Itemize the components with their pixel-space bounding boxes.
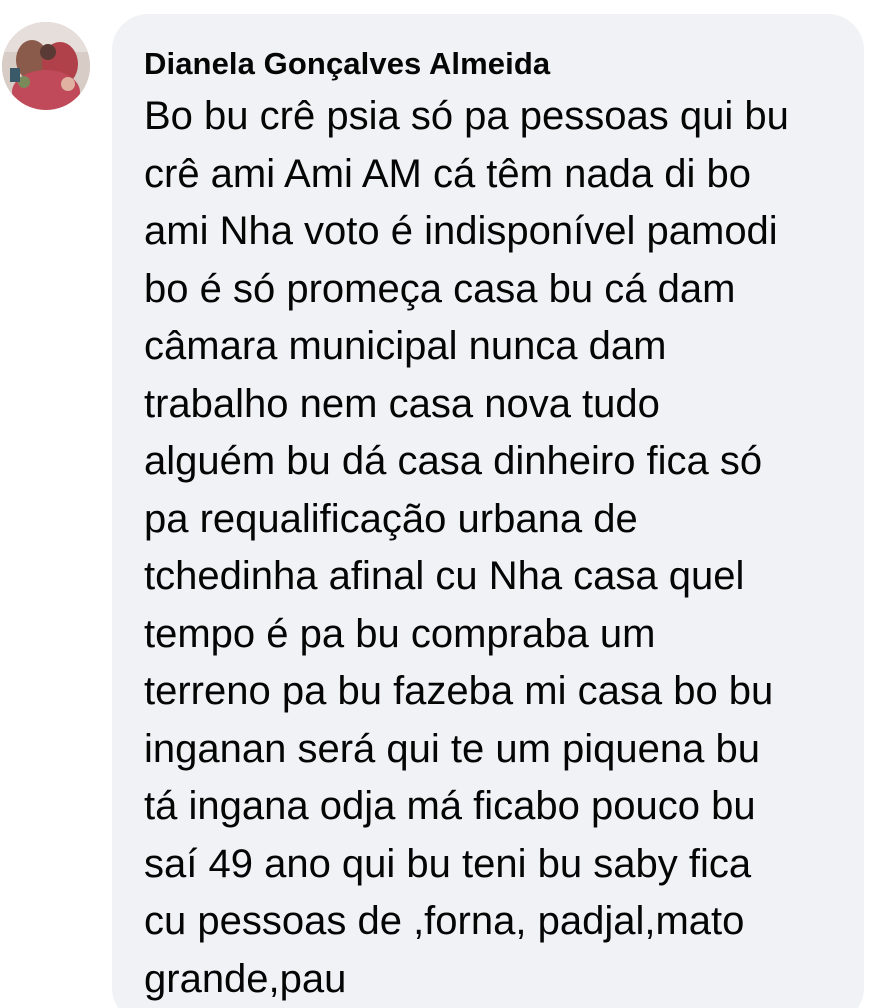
comment-text-line: tempo é pa bu compraba um <box>144 611 656 656</box>
profile-photo-icon <box>2 22 90 110</box>
comment-text-line: tchedinha afinal cu Nha casa quel <box>144 554 745 598</box>
comment-bubble: Dianela Gonçalves Almeida Bo bu crê psia… <box>112 14 864 1008</box>
comment-text-line: terreno pa bu fazeba mi casa bo bu <box>144 669 774 713</box>
comment-text: Bo bu crê psia só pa pessoas qui bu crê … <box>144 88 844 1008</box>
comment-text-line: Bo bu crê psia só pa pessoas qui bu <box>144 94 789 138</box>
comment-text-line: ami Nha voto é indisponível pamodi <box>144 209 778 253</box>
comment-text-line: trabalho nem casa nova tudo <box>144 381 660 426</box>
comment-text-line: alguém bu dá casa dinheiro fica só <box>144 439 763 483</box>
comment-text-line: bo é só promeça casa bu cá dam <box>144 266 736 311</box>
comment-text-line: tá ingana odja má ficabo pouco bu <box>144 784 756 828</box>
comment-author[interactable]: Dianela Gonçalves Almeida <box>144 44 844 84</box>
comment-text-line: cu pessoas de ,forna, padjal,mato <box>144 899 745 943</box>
comment-text-line: câmara municipal nunca dam <box>144 324 667 368</box>
comment-text-line: crê ami Ami AM cá têm nada di bo <box>144 151 751 196</box>
comment-text-line: pa requalificação urbana de <box>144 496 638 541</box>
avatar[interactable] <box>2 22 90 110</box>
comment-text-line: inganan será qui te um piquena bu <box>144 726 761 771</box>
comment: Dianela Gonçalves Almeida Bo bu crê psia… <box>0 0 870 1008</box>
comment-text-line: saí 49 ano qui bu teni bu saby fica <box>144 841 752 886</box>
comment-text-line: grande,pau <box>144 956 347 1001</box>
